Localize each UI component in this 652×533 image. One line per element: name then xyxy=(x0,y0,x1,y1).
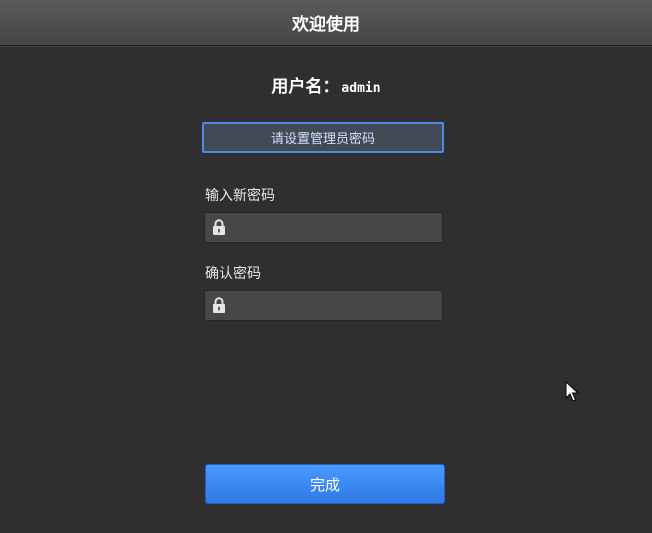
title-bar: 欢迎使用 xyxy=(0,0,652,46)
new-password-input[interactable] xyxy=(233,213,442,242)
notice-text: 请设置管理员密码 xyxy=(270,132,375,147)
username-label: 用户名： xyxy=(271,77,340,97)
done-button[interactable]: 完成 xyxy=(205,464,445,504)
confirm-password-input[interactable] xyxy=(233,291,442,320)
new-password-field[interactable] xyxy=(204,212,443,243)
mouse-pointer-icon xyxy=(565,381,579,402)
lock-icon xyxy=(205,213,233,242)
confirm-password-label: 确认密码 xyxy=(205,266,261,282)
set-password-notice: 请设置管理员密码 xyxy=(202,122,444,153)
window-title: 欢迎使用 xyxy=(292,15,360,35)
username-row: 用户名： admin xyxy=(0,72,652,97)
new-password-label: 输入新密码 xyxy=(205,188,275,204)
confirm-password-field[interactable] xyxy=(204,290,443,321)
username-value: admin xyxy=(341,81,381,96)
lock-icon xyxy=(205,291,233,320)
setup-screen: 欢迎使用 用户名： admin 请设置管理员密码 输入新密码 确认密码 完成 xyxy=(0,0,652,533)
done-button-label: 完成 xyxy=(309,475,340,494)
